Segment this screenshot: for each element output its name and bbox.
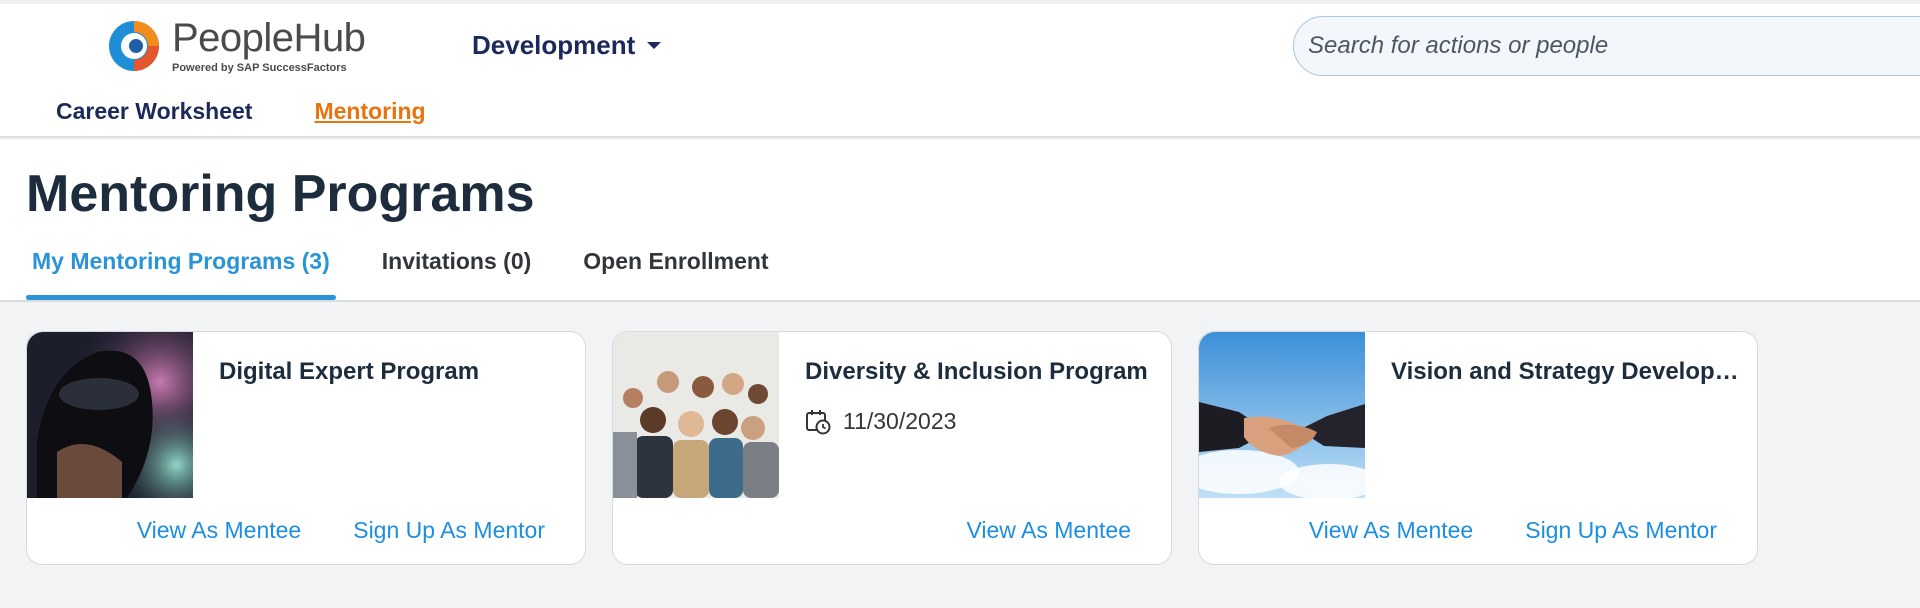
program-thumbnail — [27, 332, 193, 498]
program-card[interactable]: Digital Expert Program View As Mentee Si… — [26, 331, 586, 565]
page-header: Mentoring Programs My Mentoring Programs… — [0, 140, 1920, 302]
due-date-text: 11/30/2023 — [843, 408, 957, 434]
card-actions: View As Mentee Sign Up As Mentor — [85, 517, 545, 544]
brand-name: PeopleHub — [172, 16, 366, 60]
peoplehub-logo[interactable]: PeopleHub Powered by SAP SuccessFactors — [106, 16, 366, 74]
program-title[interactable]: Digital Expert Program — [219, 358, 579, 386]
tab-invitations[interactable]: Invitations (0) — [376, 248, 538, 300]
calendar-clock-icon — [806, 409, 831, 434]
view-as-mentee-link[interactable]: View As Mentee — [966, 517, 1131, 544]
program-cards: Digital Expert Program View As Mentee Si… — [26, 331, 1784, 565]
subnav-item-career-worksheet[interactable]: Career Worksheet — [56, 98, 252, 125]
brand-subtitle: Powered by SAP SuccessFactors — [172, 62, 347, 74]
program-card[interactable]: Vision and Strategy Developme... View As… — [1198, 331, 1758, 565]
search-input[interactable] — [1308, 17, 1908, 75]
app-shell: PeopleHub Powered by SAP SuccessFactors … — [0, 0, 1920, 608]
subnav-item-mentoring[interactable]: Mentoring — [314, 98, 425, 125]
card-actions: View As Mentee — [914, 517, 1131, 544]
program-title[interactable]: Diversity & Inclusion Program — [805, 358, 1165, 386]
program-thumbnail — [613, 332, 779, 498]
program-title[interactable]: Vision and Strategy Developme... — [1391, 358, 1751, 386]
tab-open-enrollment[interactable]: Open Enrollment — [577, 248, 774, 300]
module-label: Development — [472, 30, 636, 60]
tab-bar: My Mentoring Programs (3) Invitations (0… — [26, 248, 815, 300]
program-card[interactable]: Diversity & Inclusion Program 11/30/2023… — [612, 331, 1172, 565]
view-as-mentee-link[interactable]: View As Mentee — [1309, 517, 1474, 544]
card-actions: View As Mentee Sign Up As Mentor — [1257, 517, 1717, 544]
tab-my-mentoring-programs[interactable]: My Mentoring Programs (3) — [26, 248, 336, 300]
sub-navigation: Career Worksheet Mentoring — [56, 98, 488, 125]
caret-down-icon — [647, 42, 662, 49]
shell-header: PeopleHub Powered by SAP SuccessFactors … — [0, 4, 1920, 138]
module-switcher[interactable]: Development — [472, 30, 662, 61]
global-search[interactable] — [1293, 16, 1920, 76]
sign-up-as-mentor-link[interactable]: Sign Up As Mentor — [1525, 517, 1717, 544]
program-thumbnail — [1199, 332, 1365, 498]
program-due-date: 11/30/2023 — [805, 408, 956, 435]
sign-up-as-mentor-link[interactable]: Sign Up As Mentor — [353, 517, 545, 544]
page-title: Mentoring Programs — [26, 165, 535, 223]
peoplehub-logo-icon — [106, 18, 162, 74]
view-as-mentee-link[interactable]: View As Mentee — [137, 517, 302, 544]
